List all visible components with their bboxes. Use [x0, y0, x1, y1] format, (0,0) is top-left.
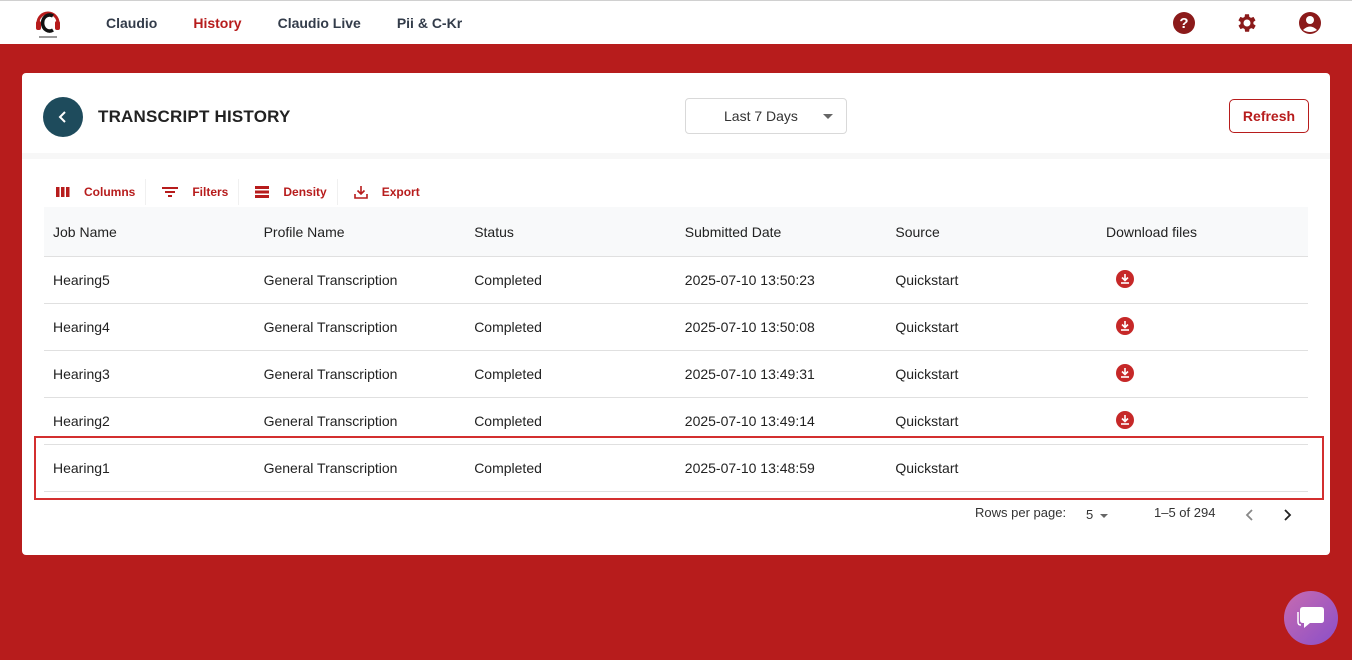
job-name-cell: Hearing1 — [53, 460, 110, 476]
submitted-date-cell: 2025-07-10 13:49:31 — [684, 366, 815, 382]
column-header-status[interactable]: Status — [465, 224, 676, 240]
columns-icon — [56, 187, 70, 197]
profile-name-cell: General Transcription — [263, 413, 398, 429]
submitted-date-cell: 2025-07-10 13:50:08 — [684, 319, 815, 335]
rows-per-page-label: Rows per page: — [975, 505, 1067, 520]
download-icon[interactable] — [1115, 410, 1134, 429]
submitted-date-cell: 2025-07-10 13:48:59 — [684, 460, 815, 476]
filters-button[interactable]: Filters — [152, 179, 240, 205]
previous-page-icon[interactable] — [1242, 507, 1258, 523]
chat-widget-button[interactable] — [1284, 591, 1338, 645]
pagination: Rows per page: 5 1–5 of 294 — [22, 503, 1330, 527]
status-cell: Completed — [474, 272, 542, 288]
table-row[interactable]: Hearing5 General Transcription Completed 20… — [44, 257, 1308, 304]
source-cell: Quickstart — [895, 319, 959, 335]
status-cell: Completed — [474, 413, 542, 429]
submitted-date-cell: 2025-07-10 13:49:14 — [684, 413, 815, 429]
nav-pii-ckr[interactable]: Pii & C-Kr — [397, 15, 462, 31]
status-cell: Completed — [474, 319, 542, 335]
density-label: Density — [283, 185, 327, 199]
grid-toolbar: Columns Filters Density Export — [46, 179, 436, 205]
chevron-left-icon — [58, 111, 66, 123]
page-range-text: 1–5 of 294 — [1154, 505, 1216, 520]
table-row[interactable]: Hearing3 General Transcription Completed 20… — [44, 351, 1308, 398]
nav-claudio[interactable]: Claudio — [106, 15, 157, 31]
table-row[interactable]: Hearing1 General Transcription Completed 20… — [44, 445, 1308, 492]
profile-name-cell: General Transcription — [263, 460, 398, 476]
job-name-cell: Hearing3 — [53, 366, 110, 382]
status-cell: Completed — [474, 460, 542, 476]
download-cell — [1097, 410, 1308, 432]
source-cell: Quickstart — [895, 272, 959, 288]
help-icon[interactable]: ? — [1172, 11, 1196, 35]
back-button[interactable] — [43, 97, 83, 137]
download-icon[interactable] — [1115, 363, 1134, 382]
date-range-select[interactable]: Last 7 Days — [685, 98, 847, 134]
column-header-submitted-date[interactable]: Submitted Date — [676, 224, 887, 240]
claudio-logo[interactable] — [34, 5, 62, 41]
job-name-cell: Hearing2 — [53, 413, 110, 429]
export-label: Export — [381, 185, 420, 199]
nav-history[interactable]: History — [193, 15, 241, 31]
main-nav: Claudio History Claudio Live Pii & C-Kr — [106, 1, 498, 45]
caret-down-icon[interactable] — [1100, 514, 1108, 518]
page-title: TRANSCRIPT HISTORY — [98, 107, 291, 126]
refresh-button[interactable]: Refresh — [1229, 99, 1309, 133]
download-cell — [1097, 316, 1308, 338]
rows-per-page-select[interactable]: 5 — [1086, 507, 1093, 522]
svg-text:?: ? — [1179, 15, 1188, 32]
column-header-profile-name[interactable]: Profile Name — [255, 224, 466, 240]
profile-name-cell: General Transcription — [263, 319, 398, 335]
density-button[interactable]: Density — [245, 179, 338, 205]
job-name-cell: Hearing4 — [53, 319, 110, 335]
column-header-source[interactable]: Source — [886, 224, 1097, 240]
table-body: Hearing5 General Transcription Completed 20… — [44, 257, 1308, 492]
status-cell: Completed — [474, 366, 542, 382]
transcript-table: Job Name Profile Name Status Submitted D… — [44, 207, 1308, 492]
job-name-cell: Hearing5 — [53, 272, 110, 288]
account-icon[interactable] — [1298, 11, 1322, 35]
top-navigation-bar: Claudio History Claudio Live Pii & C-Kr … — [0, 0, 1352, 44]
settings-icon[interactable] — [1235, 11, 1259, 35]
section-divider — [22, 153, 1330, 159]
table-row[interactable]: Hearing4 General Transcription Completed 20… — [44, 304, 1308, 351]
source-cell: Quickstart — [895, 460, 959, 476]
density-icon — [255, 186, 270, 198]
next-page-icon[interactable] — [1279, 507, 1295, 523]
download-cell — [1097, 363, 1308, 385]
download-icon[interactable] — [1115, 269, 1134, 288]
top-icon-group: ? — [1133, 11, 1322, 35]
columns-label: Columns — [84, 185, 136, 199]
transcript-history-card: TRANSCRIPT HISTORY Last 7 Days Refresh C… — [22, 73, 1330, 555]
table-row[interactable]: Hearing2 General Transcription Completed 20… — [44, 398, 1308, 445]
submitted-date-cell: 2025-07-10 13:50:23 — [684, 272, 815, 288]
column-header-job-name[interactable]: Job Name — [44, 224, 255, 240]
column-header-download-files[interactable]: Download files — [1097, 224, 1308, 240]
download-cell — [1097, 269, 1308, 291]
filters-label: Filters — [192, 185, 229, 199]
export-icon — [353, 186, 368, 199]
caret-down-icon — [823, 114, 833, 119]
nav-claudio-live[interactable]: Claudio Live — [278, 15, 361, 31]
table-header-row: Job Name Profile Name Status Submitted D… — [44, 207, 1308, 257]
download-icon[interactable] — [1115, 316, 1134, 335]
profile-name-cell: General Transcription — [263, 272, 398, 288]
columns-button[interactable]: Columns — [46, 179, 147, 205]
filter-icon — [162, 187, 179, 197]
export-button[interactable]: Export — [344, 179, 430, 205]
chat-icon — [1297, 607, 1324, 628]
profile-name-cell: General Transcription — [263, 366, 398, 382]
source-cell: Quickstart — [895, 366, 959, 382]
date-range-value: Last 7 Days — [724, 108, 798, 124]
source-cell: Quickstart — [895, 413, 959, 429]
